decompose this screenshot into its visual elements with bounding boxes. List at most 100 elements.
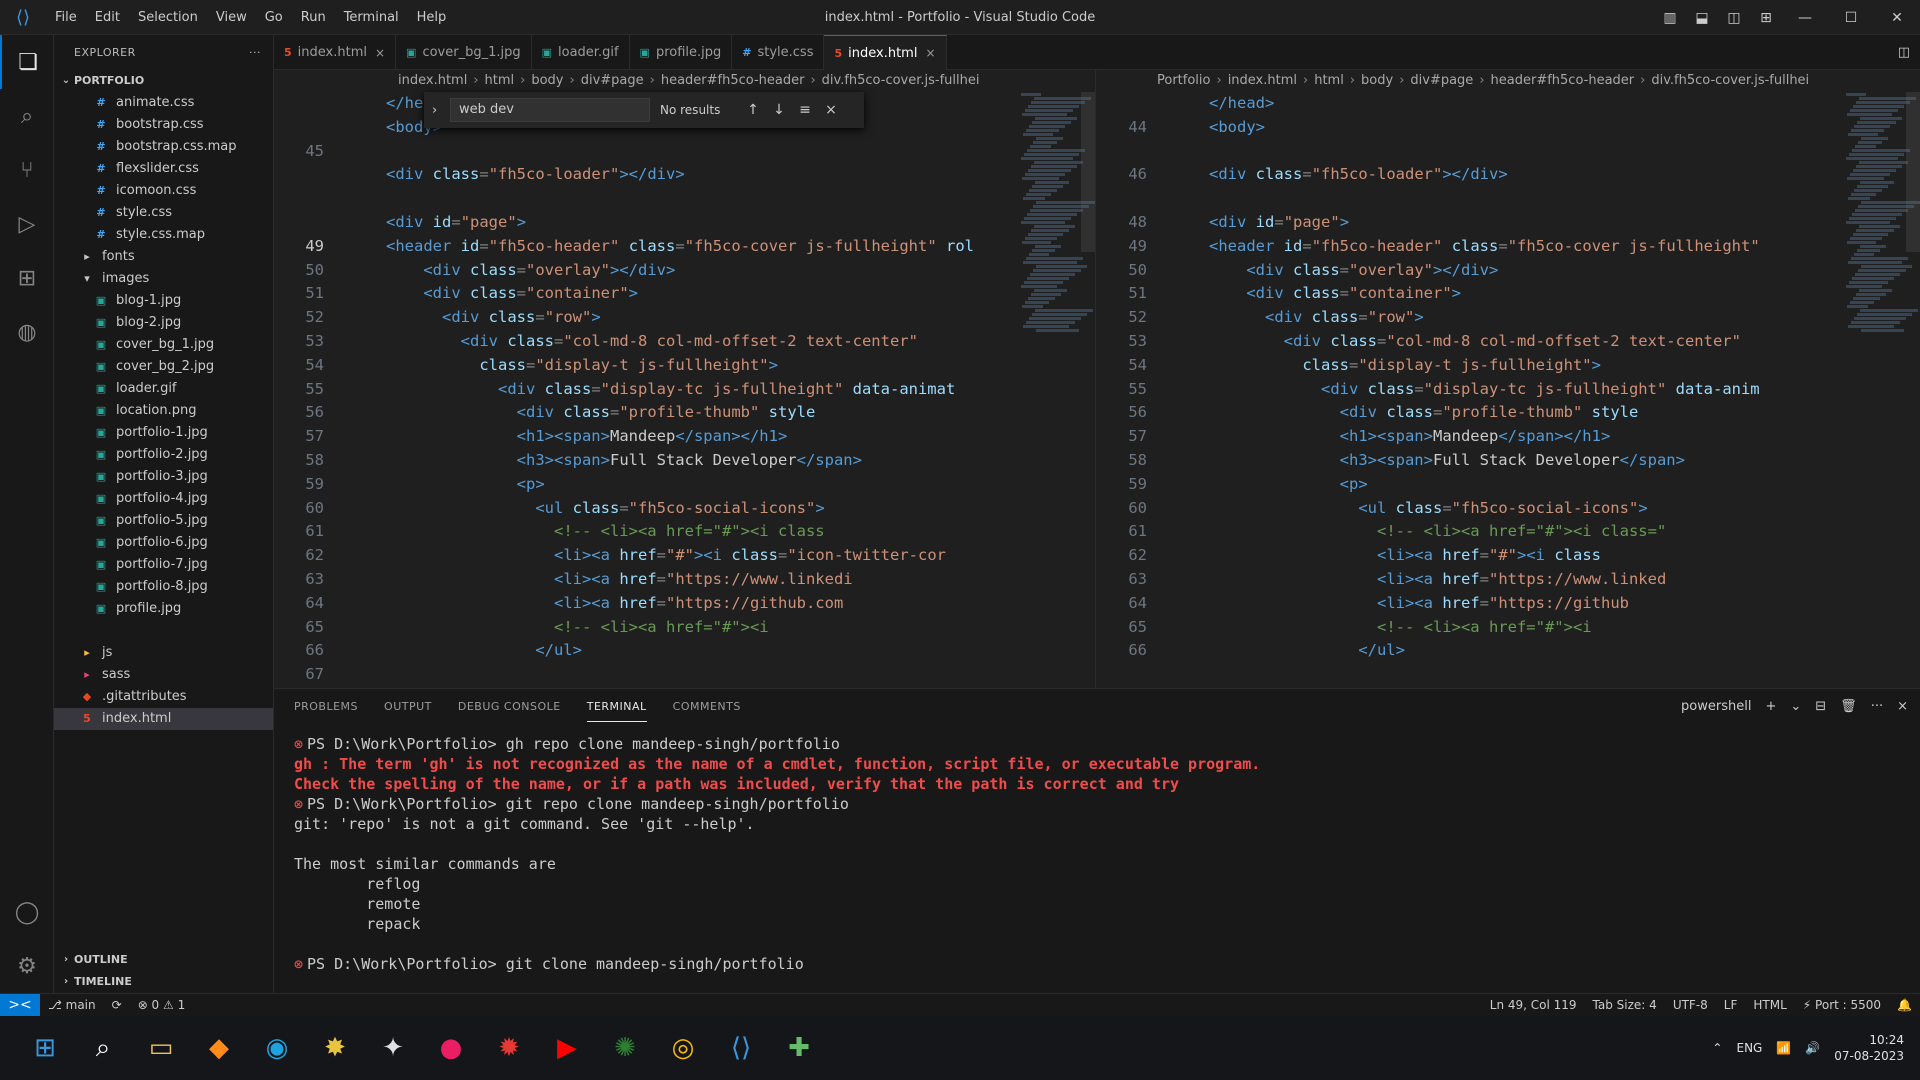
tree-item[interactable]: ▣ profile.jpg [54,598,273,620]
breadcrumb-item[interactable]: div#page [581,73,644,88]
breadcrumb-item[interactable]: body [531,73,563,88]
breadcrumb-item[interactable]: div.fh5co-cover.js-fullhei [1651,73,1809,88]
status-item[interactable]: HTML [1745,998,1794,1012]
editor-pane-right[interactable]: Portfolio › index.html › html › body › div#page ›… [1097,70,1920,688]
code-editor-right[interactable]: </head> 44 <body> 46 <div class="fh5co-loade… [1097,92,1920,688]
minimap[interactable] [1846,92,1920,688]
tree-item[interactable]: ▣ portfolio-7.jpg [54,554,273,576]
toggle-panel-icon[interactable]: ⬓ [1686,0,1718,35]
tree-item[interactable]: # flexslider.css [54,158,273,180]
accounts-icon[interactable]: ◯ [0,885,54,939]
tree-item[interactable]: ▣ loader.gif [54,378,273,400]
settings-gear-icon[interactable]: ⚙ [0,939,54,993]
app-red-icon[interactable]: ✹ [483,1022,535,1074]
panel-action[interactable]: powershell [1681,699,1751,714]
panel-action[interactable]: + [1765,699,1776,714]
search-icon[interactable]: ⌕ [0,89,54,143]
status-item[interactable]: UTF-8 [1665,998,1716,1012]
tree-item[interactable] [54,620,273,642]
find-input[interactable]: web dev [450,98,650,122]
status-item[interactable]: ⟳ [104,998,130,1012]
editor-tab[interactable]: ▣ cover_bg_1.jpg [396,35,532,70]
breadcrumb-item[interactable]: header#fh5co-header [661,73,805,88]
app-pink-icon[interactable]: ● [425,1022,477,1074]
tree-item[interactable]: ▸ fonts [54,246,273,268]
app-yellow-icon[interactable]: ✸ [309,1022,361,1074]
tree-item[interactable]: ▣ blog-2.jpg [54,312,273,334]
extensions-icon[interactable]: ⊞ [0,251,54,305]
windows-start-icon[interactable]: ⊞ [19,1022,71,1074]
maximize-button[interactable]: ☐ [1828,0,1874,35]
editor-tab[interactable]: ▣ loader.gif [532,35,630,70]
panel-action[interactable]: 🗑 [1840,699,1857,714]
toggle-replace-icon[interactable]: › [432,103,450,118]
tree-item[interactable]: # icomoon.css [54,180,273,202]
panel-tab-comments[interactable]: COMMENTS [673,692,741,721]
panel-action[interactable]: × [1897,699,1908,714]
menu-item-help[interactable]: Help [408,0,456,35]
tree-item[interactable]: # style.css.map [54,224,273,246]
breadcrumb-item[interactable]: body [1361,73,1393,88]
panel-action[interactable]: ⊟ [1815,699,1826,714]
file-explorer-icon[interactable]: ▭ [135,1022,187,1074]
tree-item[interactable]: ▣ portfolio-4.jpg [54,488,273,510]
chrome-icon[interactable]: ◎ [657,1022,709,1074]
tree-item[interactable]: ▣ cover_bg_2.jpg [54,356,273,378]
app-green-icon[interactable]: ✺ [599,1022,651,1074]
folder-root[interactable]: ⌄ PORTFOLIO [54,70,273,92]
editor-scrollbar[interactable] [1906,92,1920,252]
status-item[interactable]: Ln 49, Col 119 [1482,998,1585,1012]
remote-indicator[interactable]: >< [0,993,40,1017]
tree-item[interactable]: ▸ sass [54,664,273,686]
status-item[interactable]: LF [1716,998,1746,1012]
app-white-icon[interactable]: ✦ [367,1022,419,1074]
status-item[interactable]: ⚡ Port : 5500 [1795,998,1889,1012]
minimize-button[interactable]: — [1782,0,1828,35]
breadcrumb-item[interactable]: div#page [1410,73,1473,88]
tree-item[interactable]: ▾ images [54,268,273,290]
editor-tab[interactable]: 5 index.html × [824,35,947,70]
tree-item[interactable]: ▣ portfolio-6.jpg [54,532,273,554]
outline-section[interactable]: › OUTLINE [54,949,273,971]
tree-item[interactable]: ▣ blog-1.jpg [54,290,273,312]
breadcrumb-item[interactable]: Portfolio [1157,73,1210,88]
close-tab-icon[interactable]: × [375,46,385,60]
code-editor-left[interactable]: </head> <body> 45 <div class="fh5co-loader"… [274,92,1095,688]
tray-item[interactable]: 🔊 [1805,1041,1820,1055]
tray-item[interactable]: 📶 [1776,1041,1791,1055]
timeline-section[interactable]: › TIMELINE [54,971,273,993]
editor-pane-left[interactable]: index.html › html › body › div#page › header#fh5… [274,70,1096,688]
breadcrumb-item[interactable]: html [485,73,515,88]
tree-item[interactable]: ▣ portfolio-8.jpg [54,576,273,598]
editor-tab[interactable]: # style.css [732,35,825,70]
panel-action[interactable]: ··· [1871,699,1883,714]
tree-item[interactable]: ▣ portfolio-1.jpg [54,422,273,444]
close-find-icon[interactable]: × [818,102,844,118]
tree-item[interactable]: 5 index.html [54,708,273,730]
breadcrumb-item[interactable]: div.fh5co-cover.js-fullhei [822,73,980,88]
explorer-more-button[interactable]: ··· [249,46,261,59]
tree-item[interactable]: ▣ portfolio-5.jpg [54,510,273,532]
panel-tab-debug-console[interactable]: DEBUG CONSOLE [458,692,561,721]
tree-item[interactable]: ▸ js [54,642,273,664]
panel-tab-terminal[interactable]: TERMINAL [586,692,647,722]
tray-item[interactable]: ⌃ [1712,1041,1722,1055]
status-item[interactable]: 🔔 [1889,998,1920,1012]
toggle-primary-sidebar-icon[interactable]: ▥ [1654,0,1686,35]
editor-tab[interactable]: 5 index.html × [274,35,397,70]
run-debug-icon[interactable]: ▷ [0,197,54,251]
terminal[interactable]: ⊗ PS D:\Work\Portfolio> gh repo clone man… [294,734,1900,993]
tree-item[interactable]: # bootstrap.css [54,114,273,136]
search-icon[interactable]: ⌕ [77,1022,129,1074]
editor-scrollbar[interactable] [1081,92,1095,252]
panel-tab-output[interactable]: OUTPUT [384,692,432,721]
tree-item[interactable]: # bootstrap.css.map [54,136,273,158]
menu-item-edit[interactable]: Edit [86,0,129,35]
menu-item-run[interactable]: Run [292,0,335,35]
menu-item-selection[interactable]: Selection [129,0,207,35]
menu-item-go[interactable]: Go [256,0,292,35]
toggle-secondary-sidebar-icon[interactable]: ◫ [1718,0,1750,35]
clock[interactable]: 10:24 07-08-2023 [1834,1032,1904,1064]
edge-icon[interactable]: ◉ [251,1022,303,1074]
panel-action[interactable]: ⌄ [1790,699,1801,714]
